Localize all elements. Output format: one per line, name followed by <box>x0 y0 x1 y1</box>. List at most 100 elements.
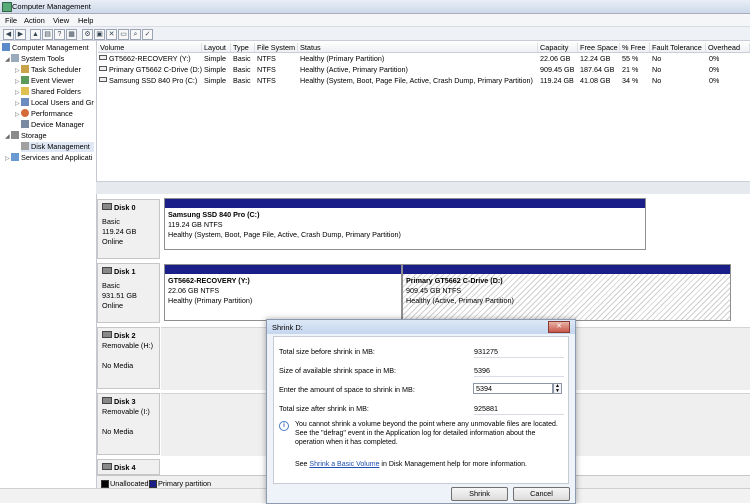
open-icon[interactable]: ▭ <box>118 29 129 40</box>
disk-1-label[interactable]: Disk 1 Basic 931.51 GB Online <box>97 263 160 323</box>
tree-item-shared-folders[interactable]: ▷ Shared Folders <box>15 87 81 97</box>
dialog-title-bar: Shrink D: <box>267 320 575 334</box>
volume-row[interactable]: Primary GT5662 C-Drive (D:) Simple Basic… <box>98 65 750 75</box>
primary-partition-bar <box>403 265 730 274</box>
help-icon[interactable]: ? <box>54 29 65 40</box>
delete-icon[interactable]: ✕ <box>106 29 117 40</box>
shrink-amount-spinner[interactable]: ▲ ▼ <box>553 383 562 394</box>
help-line: See Shrink a Basic Volume in Disk Manage… <box>295 461 527 468</box>
tree-item-disk-management[interactable]: Disk Management <box>21 142 94 152</box>
volume-icon <box>99 55 107 60</box>
menu-file[interactable]: File <box>5 16 17 25</box>
menu-view[interactable]: View <box>53 16 69 25</box>
volume-icon <box>99 77 107 82</box>
shrink-dialog: Shrink D: ✕ Total size before shrink in … <box>266 319 576 504</box>
clock-icon <box>21 65 29 73</box>
total-size-after-value: 925881 <box>474 404 564 415</box>
tree-item-system-tools[interactable]: ◢ System Tools <box>5 54 64 64</box>
refresh-icon[interactable]: ▦ <box>66 29 77 40</box>
partition-c[interactable]: Samsung SSD 840 Pro (C:) 119.24 GB NTFS … <box>164 198 646 250</box>
available-shrink-label: Size of available shrink space in MB: <box>279 366 397 375</box>
volume-icon <box>99 66 107 71</box>
column-header-free-space[interactable]: Free Space <box>578 43 620 52</box>
properties-icon[interactable]: ▤ <box>42 29 53 40</box>
pane-splitter[interactable] <box>96 181 750 195</box>
tree-item-device-manager[interactable]: Device Manager <box>21 120 84 130</box>
users-icon <box>21 98 29 106</box>
tree-item-local-users[interactable]: ▷ Local Users and Gr <box>15 98 94 108</box>
help-link[interactable]: Shrink a Basic Volume <box>309 461 379 468</box>
dialog-title: Shrink D: <box>272 323 303 332</box>
cancel-button[interactable]: Cancel <box>513 487 570 501</box>
shrink-amount-input[interactable] <box>473 383 553 394</box>
computer-icon <box>2 43 10 51</box>
disk-4-label[interactable]: Disk 4 <box>97 459 160 475</box>
column-header-percent-free[interactable]: % Free <box>620 43 650 52</box>
up-icon[interactable]: ▲ <box>30 29 41 40</box>
shrink-note: You cannot shrink a volume beyond the po… <box>295 421 558 446</box>
disk-icon <box>102 267 112 274</box>
folder-icon <box>21 87 29 95</box>
tree-item-event-viewer[interactable]: ▷ Event Viewer <box>15 76 74 86</box>
computer-management-icon <box>2 2 12 12</box>
info-icon: i <box>279 421 289 431</box>
legend-primary: Primary partition <box>158 479 212 488</box>
disk-icon <box>102 397 112 404</box>
disk-icon <box>102 203 112 210</box>
column-header-overhead[interactable]: Overhead <box>706 43 750 52</box>
available-shrink-value: 5396 <box>474 366 564 377</box>
services-icon <box>11 153 19 161</box>
column-header-file-system[interactable]: File System <box>255 43 298 52</box>
tree-item-task-scheduler[interactable]: ▷ Task Scheduler <box>15 65 81 75</box>
forward-icon[interactable]: ▶ <box>15 29 26 40</box>
dialog-body: Total size before shrink in MB: 931275 S… <box>273 336 569 484</box>
disk-2-label[interactable]: Disk 2 Removable (H:) No Media <box>97 327 160 389</box>
menu-action[interactable]: Action <box>24 16 45 25</box>
tree-root[interactable]: Computer Management <box>2 43 89 53</box>
total-size-before-label: Total size before shrink in MB: <box>279 347 375 356</box>
tree-item-performance[interactable]: ▷ Performance <box>15 109 73 119</box>
shrink-button[interactable]: Shrink <box>451 487 508 501</box>
menu-help[interactable]: Help <box>78 16 93 25</box>
column-header-volume[interactable]: Volume <box>98 43 202 52</box>
connect-icon[interactable]: ▣ <box>94 29 105 40</box>
settings-icon[interactable]: ⚙ <box>82 29 93 40</box>
column-header-capacity[interactable]: Capacity <box>538 43 578 52</box>
legend-unallocated: Unallocated <box>110 479 149 488</box>
primary-swatch <box>149 480 157 488</box>
search-icon[interactable]: ⌕ <box>130 29 141 40</box>
disk-icon <box>102 331 112 338</box>
volume-row[interactable]: GT5662-RECOVERY (Y:) Simple Basic NTFS H… <box>98 54 750 64</box>
window-title: Computer Management <box>12 2 91 11</box>
primary-partition-bar <box>165 199 645 208</box>
tree-item-services[interactable]: ▷ Services and Applicati <box>5 153 92 163</box>
device-icon <box>21 120 29 128</box>
menu-bar: File Action View Help <box>0 14 750 27</box>
column-header-type[interactable]: Type <box>231 43 255 52</box>
shrink-amount-label: Enter the amount of space to shrink in M… <box>279 385 415 394</box>
disk-icon <box>21 142 29 150</box>
back-icon[interactable]: ◀ <box>3 29 14 40</box>
disk-0-label[interactable]: Disk 0 Basic 119.24 GB Online <box>97 199 160 259</box>
disk-3-label[interactable]: Disk 3 Removable (I:) No Media <box>97 393 160 455</box>
window-title-bar: Computer Management <box>0 0 750 14</box>
partition-y[interactable]: GT5662-RECOVERY (Y:) 22.06 GB NTFS Healt… <box>164 264 402 321</box>
performance-icon <box>21 109 29 117</box>
total-size-before-value: 931275 <box>474 347 564 358</box>
column-header-layout[interactable]: Layout <box>202 43 231 52</box>
tools-icon <box>11 54 19 62</box>
volume-row[interactable]: Samsung SSD 840 Pro (C:) Simple Basic NT… <box>98 76 750 86</box>
toolbar: ◀ ▶ ▲ ▤ ? ▦ ⚙ ▣ ✕ ▭ ⌕ ✓ <box>0 27 750 41</box>
volume-list: Volume Layout Type File System Status Ca… <box>98 41 750 181</box>
close-icon[interactable]: ✕ <box>548 321 570 333</box>
partition-d-selected[interactable]: Primary GT5662 C-Drive (D:) 909.45 GB NT… <box>402 264 731 321</box>
column-header-fault-tolerance[interactable]: Fault Tolerance <box>650 43 706 52</box>
navigation-tree: Computer Management ◢ System Tools ▷ Task … <box>0 41 97 502</box>
tree-item-storage[interactable]: ◢ Storage <box>5 131 47 141</box>
primary-partition-bar <box>165 265 401 274</box>
total-size-after-label: Total size after shrink in MB: <box>279 404 369 413</box>
column-header-status[interactable]: Status <box>298 43 538 52</box>
unallocated-swatch <box>101 480 109 488</box>
event-log-icon <box>21 76 29 84</box>
check-icon[interactable]: ✓ <box>142 29 153 40</box>
